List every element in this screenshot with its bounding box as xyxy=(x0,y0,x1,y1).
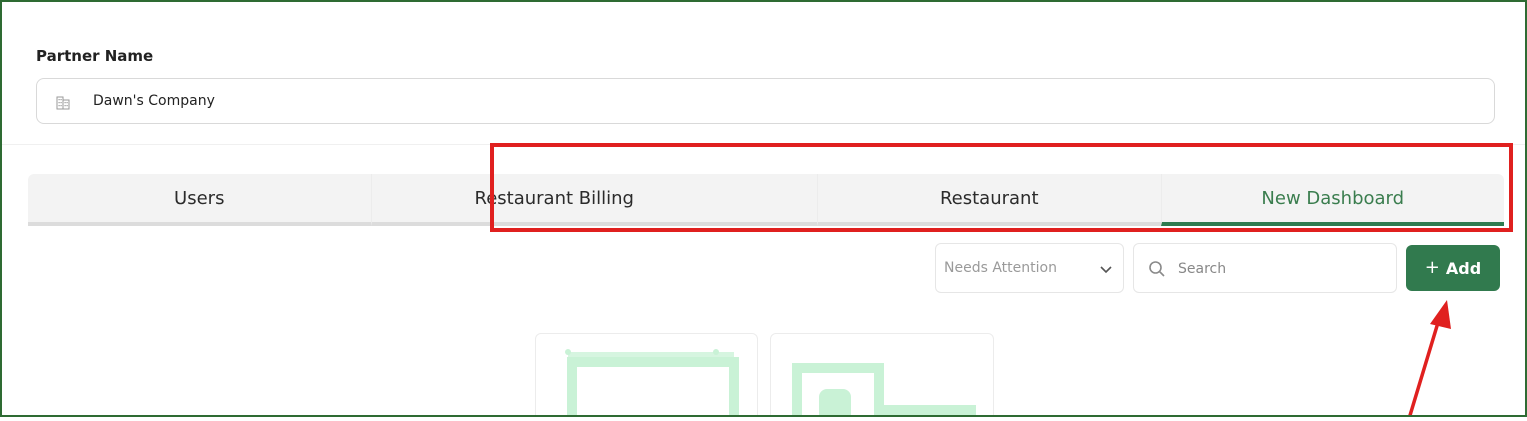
add-button[interactable]: + Add xyxy=(1406,245,1500,291)
building-icon xyxy=(56,96,70,110)
dashboard-card[interactable] xyxy=(770,333,994,415)
search-icon xyxy=(1149,261,1165,277)
status-filter-select[interactable]: Needs Attention xyxy=(935,243,1124,293)
search-input[interactable] xyxy=(1178,257,1378,281)
app-frame: Partner Name Dawn's Company Users Restau… xyxy=(0,0,1527,417)
annotation-arrow xyxy=(1408,300,1451,415)
annotation-highlight-box xyxy=(490,143,1513,232)
add-button-label: Add xyxy=(1445,258,1482,278)
tab-users[interactable]: Users xyxy=(28,174,371,226)
tab-users-label: Users xyxy=(174,187,225,209)
dashboard-card[interactable] xyxy=(535,333,758,415)
partner-name-value: Dawn's Company xyxy=(93,93,215,109)
dashboard-illustration xyxy=(565,349,739,415)
dashboard-illustration xyxy=(792,363,976,415)
chevron-down-icon xyxy=(1100,266,1112,274)
partner-name-label: Partner Name xyxy=(36,47,154,65)
plus-icon: + xyxy=(1424,257,1440,278)
status-filter-value: Needs Attention xyxy=(944,260,1057,276)
partner-name-field[interactable]: Dawn's Company xyxy=(36,78,1495,124)
search-box xyxy=(1133,243,1397,293)
